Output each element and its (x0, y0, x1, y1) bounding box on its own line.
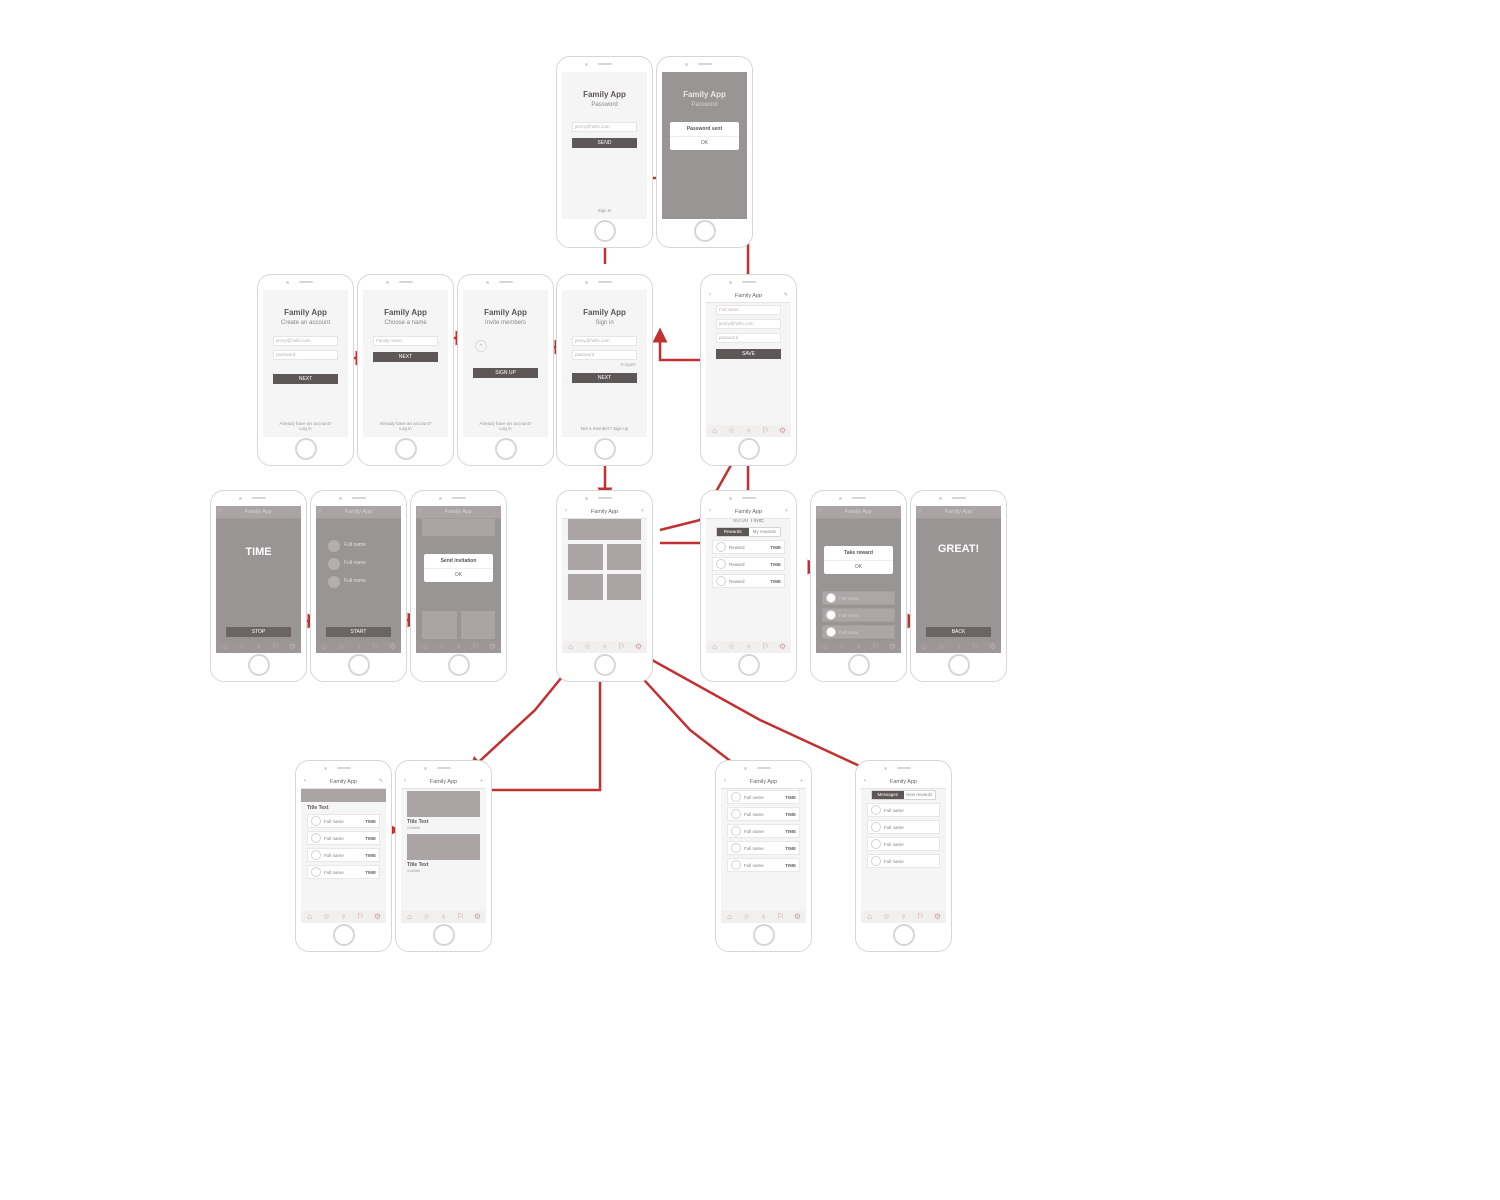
screen-detail[interactable]: ‹Family App✎ Title Text Full nameTIME Fu… (295, 760, 392, 952)
screen-choose-name[interactable]: Family App Choose a name Family name NEX… (357, 274, 454, 466)
flow-canvas: Family App Password jenny@hello.com SEND… (0, 0, 1500, 1200)
signup-button[interactable]: SIGN UP (473, 368, 538, 378)
next-button[interactable]: NEXT (273, 374, 338, 384)
screen-start-members[interactable]: ‹Family App Full name Full name Full nam… (310, 490, 407, 682)
modal-send-invitation: Send invitation OK (424, 554, 493, 582)
screen-password[interactable]: Family App Password jenny@hello.com SEND… (556, 56, 653, 248)
screen-create-account[interactable]: Family App Create an account jenny@hello… (257, 274, 354, 466)
screen-members[interactable]: ‹Family App+ Members Full nameTIME Full … (715, 760, 812, 952)
screen-time[interactable]: ‹Family App TIME STOP ⌂☆♀⚐⚙ (210, 490, 307, 682)
screen-great[interactable]: ‹Family App Rewards GREAT! BACK ⌂☆♀⚐⚙ (910, 490, 1007, 682)
ok-button[interactable]: OK (424, 568, 493, 578)
ok-button[interactable]: OK (824, 560, 893, 570)
tab-bar[interactable]: ⌂☆♀⚐⚙ (706, 425, 791, 437)
screen-rewards[interactable]: ‹Family App+ Rewards 00:00 TIME RewardsM… (700, 490, 797, 682)
screen-invite-members[interactable]: Family App Invite members + SIGN UP Alre… (457, 274, 554, 466)
modal-password-sent: Password sent OK (670, 122, 739, 150)
back-icon[interactable]: ‹ (709, 292, 711, 298)
screen-edit-info[interactable]: ‹Family App✎ Edit info Full name jenny@h… (700, 274, 797, 466)
screen-signin[interactable]: Family App Sign in jenny@hello.com passw… (556, 274, 653, 466)
tabs[interactable]: RewardsMy rewards (716, 527, 781, 537)
screen-password-sent[interactable]: Family App Password Password sent OK (656, 56, 753, 248)
save-button[interactable]: SAVE (716, 349, 781, 359)
next-button[interactable]: NEXT (373, 352, 438, 362)
back-button[interactable]: BACK (926, 627, 991, 637)
send-button[interactable]: SEND (572, 138, 637, 148)
screen-notifications[interactable]: ‹Family App Notifications MessagesNew re… (855, 760, 952, 952)
screen-home[interactable]: ‹Family App+ ⌂☆♀⚐⚙ (556, 490, 653, 682)
stop-button[interactable]: STOP (226, 627, 291, 637)
tab-bar[interactable]: ⌂☆♀⚐⚙ (562, 641, 647, 653)
screen-take-reward[interactable]: ‹Family App Rewards Take reward OK Full … (810, 490, 907, 682)
next-button[interactable]: NEXT (572, 373, 637, 383)
ok-button[interactable]: OK (670, 136, 739, 146)
screen-send-invitation[interactable]: ‹Family App Send invitation OK ⌂☆♀⚐⚙ (410, 490, 507, 682)
start-button[interactable]: START (326, 627, 391, 637)
modal-take-reward: Take reward OK (824, 546, 893, 574)
app-title: Family App (562, 90, 647, 99)
screen-dinner[interactable]: ‹Family App+ Dinner Title Text Subtitle … (395, 760, 492, 952)
